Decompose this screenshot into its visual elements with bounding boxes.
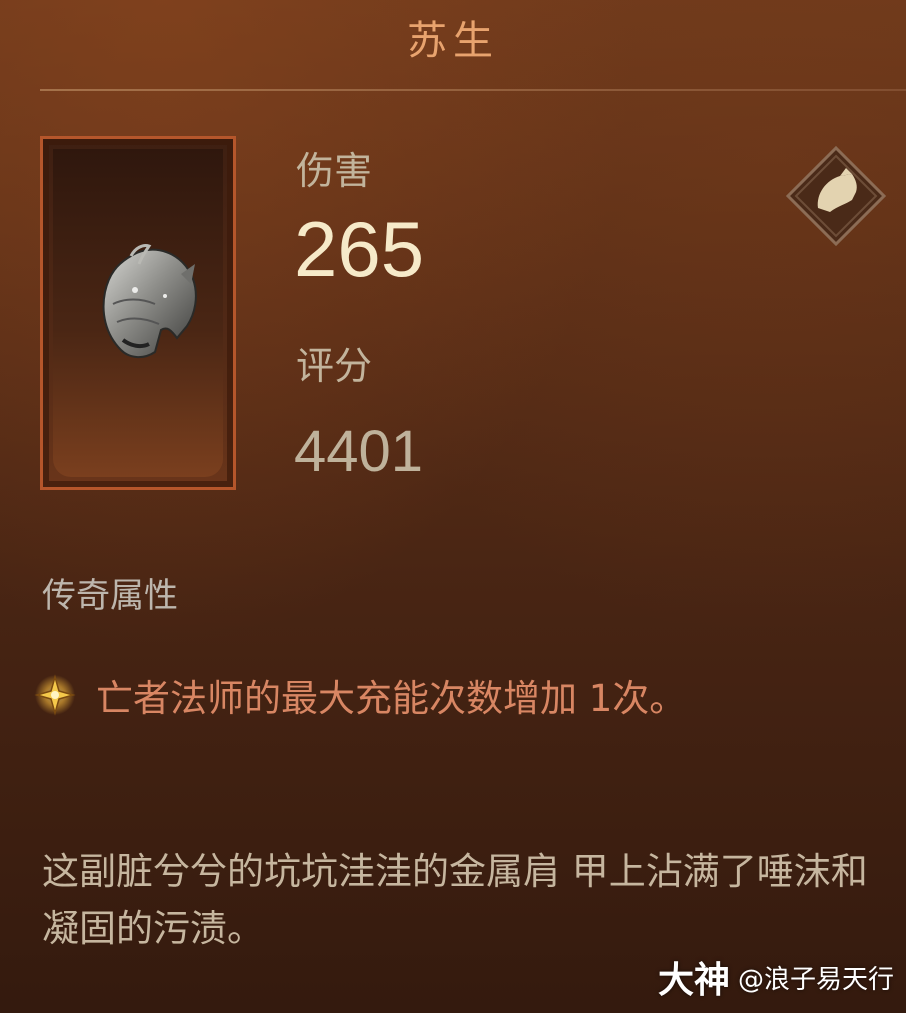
watermark-logo: 大神 (657, 960, 730, 1001)
legendary-affix: 亡者法师的最大充能次数增加 1次。 (34, 665, 686, 725)
shoulder-slot-icon[interactable] (786, 146, 886, 246)
flavor-text: 这副脏兮兮的坑坑洼洼的金属肩 甲上沾满了唾沫和凝固的污渍。 (42, 850, 868, 950)
damage-value: 265 (294, 205, 425, 293)
shoulder-armor-helm-icon (102, 244, 197, 358)
item-portrait-frame[interactable] (40, 136, 236, 490)
item-name: 苏生 (407, 18, 499, 64)
score-value: 4401 (294, 419, 424, 484)
title-divider (40, 89, 906, 91)
legendary-star-icon (34, 674, 76, 716)
score-label: 评分 (296, 344, 373, 388)
watermark-user: @浪子易天行 (737, 964, 894, 995)
legendary-affix-text: 亡者法师的最大充能次数增加 1次。 (96, 677, 687, 720)
damage-label: 伤害 (296, 149, 373, 193)
legendary-section-label: 传奇属性 (42, 576, 178, 616)
watermark: 大神 @浪子易天行 (658, 951, 894, 1003)
